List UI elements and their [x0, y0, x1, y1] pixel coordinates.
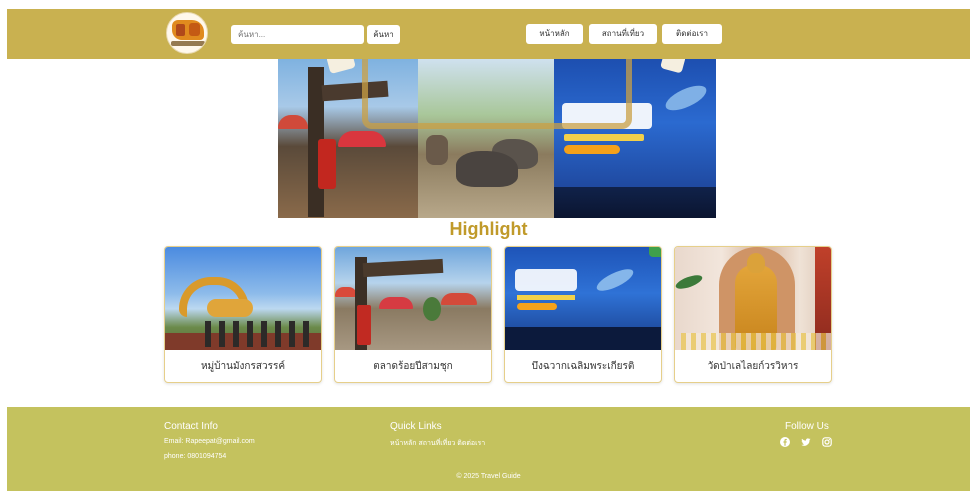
card-label: บึงฉวากเฉลิมพระเกียรติ — [531, 361, 635, 372]
buffalo-shape — [456, 151, 518, 187]
fish-shape — [662, 82, 710, 114]
buddha-head-shape — [747, 253, 765, 273]
nav-attractions[interactable]: สถานที่เที่ยว — [589, 24, 657, 44]
statues-shape — [205, 321, 315, 347]
quick-links-heading: Quick Links — [390, 421, 442, 432]
highlight-card-dragon-village[interactable]: หมู่บ้านมังกรสวรรค์ — [164, 246, 322, 383]
umbrella-shape — [379, 297, 413, 309]
logo-wordmark — [171, 41, 205, 46]
crowd-shape — [554, 187, 716, 218]
mailbox-shape — [318, 139, 336, 189]
logo-shape — [189, 23, 200, 36]
card-label: ตลาดร้อยปีสามชุก — [373, 361, 453, 372]
aquarium-poster-subtitle — [517, 295, 575, 300]
nav-contact[interactable]: ติดต่อเรา — [662, 24, 722, 44]
flowers-shape — [681, 333, 831, 350]
hero-banner — [278, 59, 716, 218]
nav-home[interactable]: หน้าหลัก — [526, 24, 583, 44]
copyright-text: © 2025 Travel Guide — [456, 473, 521, 480]
twitter-icon[interactable] — [801, 437, 811, 447]
aquarium-poster-tag — [564, 145, 620, 154]
contact-heading: Contact Info — [164, 421, 218, 432]
card-image — [505, 247, 661, 350]
aquarium-poster-tag — [517, 303, 557, 310]
site-footer: Contact Info Email: Rapeepat@gmail.com p… — [7, 407, 970, 491]
mailbox-shape — [357, 305, 371, 345]
follow-heading: Follow Us — [785, 421, 829, 432]
card-image — [675, 247, 831, 350]
aquarium-poster-subtitle — [564, 134, 644, 141]
card-label: วัดป่าเลไลยก์วรวิหาร — [707, 361, 799, 372]
site-header: ค้นหา หน้าหลัก สถานที่เที่ยว ติดต่อเรา — [7, 9, 970, 59]
umbrella-shape — [338, 131, 386, 147]
instagram-icon[interactable] — [822, 437, 832, 447]
highlight-card-bueng-chawak[interactable]: บึงฉวากเฉลิมพระเกียรติ — [504, 246, 662, 383]
crowd-shape — [505, 327, 661, 350]
quick-link-contact[interactable]: ติดต่อเรา — [457, 440, 485, 447]
quick-links-row: หน้าหลัก สถานที่เที่ยว ติดต่อเรา — [390, 438, 485, 449]
logo-shape — [176, 24, 185, 36]
tree-shape — [423, 297, 441, 321]
card-image — [335, 247, 491, 350]
umbrella-shape — [335, 287, 357, 297]
aquarium-poster-title — [515, 269, 577, 291]
people-shape — [426, 135, 448, 165]
hero-frame-overlay — [362, 59, 632, 129]
search-input[interactable] — [231, 25, 364, 44]
market-sign — [362, 258, 444, 278]
search-button[interactable]: ค้นหา — [367, 25, 400, 44]
quick-link-home[interactable]: หน้าหลัก — [390, 440, 416, 447]
contact-email: Email: Rapeepat@gmail.com — [164, 438, 255, 445]
leaf-shape — [675, 272, 704, 292]
highlight-card-samchuk-market[interactable]: ตลาดร้อยปีสามชุก — [334, 246, 492, 383]
fish-shape — [593, 266, 637, 294]
highlight-card-wat-pa-lelai[interactable]: วัดป่าเลไลยก์วรวิหาร — [674, 246, 832, 383]
card-image — [165, 247, 321, 350]
dragon-shape — [207, 299, 253, 317]
corner-badge — [649, 247, 661, 257]
card-label: หมู่บ้านมังกรสวรรค์ — [200, 361, 286, 372]
umbrella-shape — [278, 115, 308, 129]
facebook-icon[interactable] — [780, 437, 790, 447]
umbrella-shape — [441, 293, 477, 305]
contact-phone: phone: 0801094754 — [164, 453, 227, 460]
quick-link-attractions[interactable]: สถานที่เที่ยว — [418, 440, 455, 447]
logo-icon[interactable] — [166, 12, 208, 54]
highlight-heading: Highlight — [449, 219, 528, 239]
